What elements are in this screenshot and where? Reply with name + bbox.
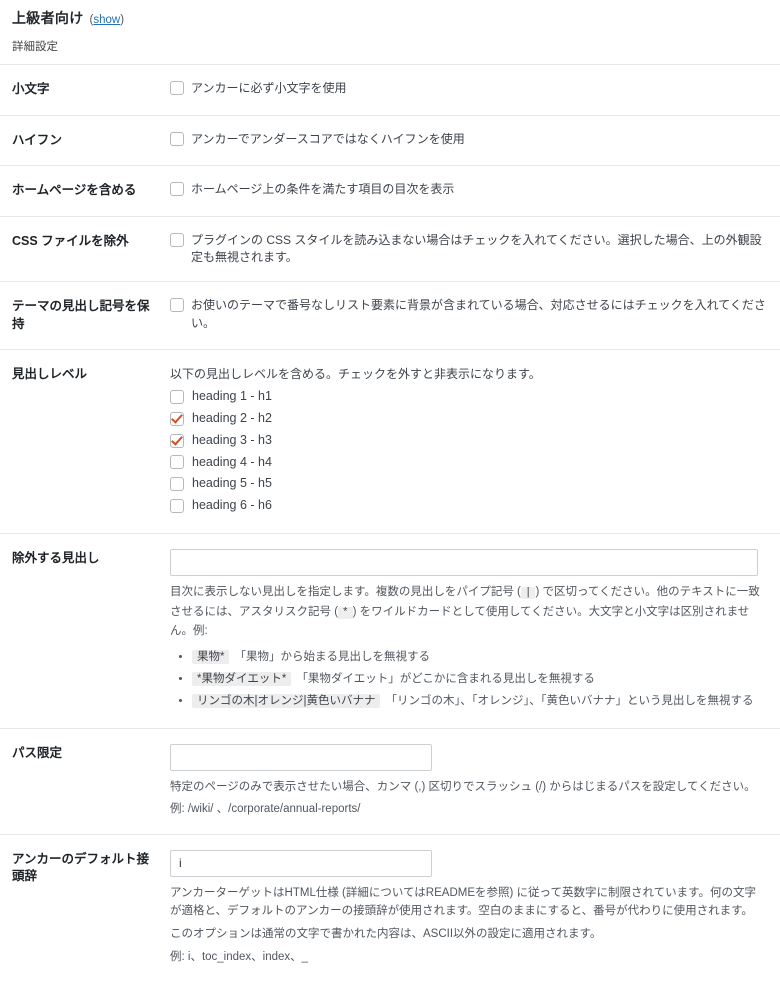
label-homepage: ホームページを含める (12, 183, 137, 197)
heading-level-label-h4: heading 4 - h4 (192, 454, 272, 469)
page-title: 上級者向け (12, 10, 84, 26)
checkbox-box-preserve-bullets[interactable] (170, 298, 184, 313)
example-text-3: 「リンゴの木」、「オレンジ」、「黄色いバナナ」という見出しを無視する (385, 694, 754, 707)
checkbox-label-exclude-css: プラグインの CSS スタイルを読み込まない場合はチェックを入れてください。選択… (191, 232, 762, 264)
list-item: 果物* 「果物」から始まる見出しを無視する (192, 647, 768, 669)
example-code-1: 果物* (192, 650, 230, 665)
anchor-prefix-description-3: 例: i、toc_index、index、_ (170, 950, 309, 963)
heading-level-item-h6[interactable]: heading 6 - h6 (170, 496, 768, 515)
path-restrict-description-2: 例: /wiki/ 、/corporate/annual-reports/ (170, 803, 361, 816)
heading-level-item-h3[interactable]: heading 3 - h3 (170, 431, 768, 450)
heading-level-item-h1[interactable]: heading 1 - h1 (170, 387, 768, 406)
checkbox-label-hyphen: アンカーでアンダースコアではなくハイフンを使用 (191, 131, 465, 146)
checkbox-box-hyphen[interactable] (170, 131, 184, 146)
label-lowercase: 小文字 (12, 82, 50, 96)
checkbox-label-preserve-bullets: お使いのテーマで番号なしリスト要素に背景が含まれている場合、対応させるにはチェッ… (191, 298, 766, 330)
show-link[interactable]: show (93, 14, 120, 26)
heading-level-label-h3: heading 3 - h3 (192, 432, 272, 447)
paren-close: ) (120, 14, 125, 26)
heading-level-label-h1: heading 1 - h1 (192, 389, 272, 404)
advanced-settings-page: 上級者向け (show) 詳細設定 小文字 アンカーに必ず小文字を使用 ハイフン … (0, 0, 780, 981)
row-exclude-headings: 除外する見出し 目次に表示しない見出しを指定します。複数の見出しをパイプ記号 (… (0, 533, 780, 728)
example-text-1: 「果物」から始まる見出しを無視する (234, 651, 430, 664)
code-asterisk: * (338, 606, 353, 619)
checkbox-box-h6[interactable] (170, 498, 184, 513)
anchor-prefix-description-2: このオプションは通常の文字で書かれた内容は、ASCII以外の設定に適用されます。 (170, 928, 602, 941)
settings-form-table: 小文字 アンカーに必ず小文字を使用 ハイフン アンカーでアンダースコアではなくハ… (0, 64, 780, 981)
row-exclude-css: CSS ファイルを除外 プラグインの CSS スタイルを読み込まない場合はチェッ… (0, 216, 780, 282)
heading-levels-list: heading 1 - h1 heading 2 - h2 heading 3 … (170, 387, 768, 515)
example-code-2: *果物ダイエット* (192, 671, 292, 686)
label-exclude-headings: 除外する見出し (12, 550, 100, 565)
heading-level-label-h6: heading 6 - h6 (192, 498, 272, 513)
exclude-headings-description: 目次に表示しない見出しを指定します。複数の見出しをパイプ記号 (|) で区切って… (170, 583, 760, 641)
checkbox-box-h3[interactable] (170, 433, 184, 448)
checkbox-box-h4[interactable] (170, 455, 184, 470)
label-hyphen: ハイフン (12, 132, 63, 147)
label-heading-levels: 見出しレベル (12, 367, 88, 382)
section-subtitle: 詳細設定 (12, 41, 58, 53)
row-hyphen: ハイフン アンカーでアンダースコアではなくハイフンを使用 (0, 115, 780, 166)
heading-level-item-h4[interactable]: heading 4 - h4 (170, 453, 768, 472)
checkbox-box-h1[interactable] (170, 390, 184, 405)
row-anchor-prefix: アンカーのデフォルト接頭辞 アンカーターゲットはHTML仕様 (詳細についてはR… (0, 834, 780, 981)
checkbox-box-exclude-css[interactable] (170, 232, 184, 247)
label-anchor-prefix: アンカーのデフォルト接頭辞 (12, 851, 150, 884)
heading-levels-lead: 以下の見出しレベルを含める。チェックを外すと非表示になります。 (170, 367, 541, 382)
row-lowercase: 小文字 アンカーに必ず小文字を使用 (0, 64, 780, 116)
path-restrict-description-1: 特定のページのみで表示させたい場合、カンマ (,) 区切りでスラッシュ (/) … (170, 780, 756, 793)
show-toggle[interactable]: (show) (90, 14, 125, 26)
checkbox-box-homepage[interactable] (170, 182, 184, 196)
list-item: *果物ダイエット* 「果物ダイエット」がどこかに含まれる見出しを無視する (192, 669, 768, 691)
exclude-headings-input[interactable] (170, 548, 758, 576)
exclude-examples-list: 果物* 「果物」から始まる見出しを無視する *果物ダイエット* 「果物ダイエット」が… (170, 647, 768, 713)
heading-level-item-h5[interactable]: heading 5 - h5 (170, 474, 768, 493)
checkbox-exclude-css[interactable]: プラグインの CSS スタイルを読み込まない場合はチェックを入れてください。選択… (170, 232, 768, 267)
checkbox-box-lowercase[interactable] (170, 81, 184, 95)
heading-level-label-h2: heading 2 - h2 (192, 411, 272, 426)
row-homepage: ホームページを含める ホームページ上の条件を満たす項目の目次を表示 (0, 165, 780, 217)
checkbox-label-homepage: ホームページ上の条件を満たす項目の目次を表示 (191, 182, 455, 196)
heading-level-item-h2[interactable]: heading 2 - h2 (170, 409, 768, 428)
label-path-restrict: パス限定 (12, 745, 63, 760)
checkbox-lowercase[interactable]: アンカーに必ず小文字を使用 (170, 80, 768, 97)
row-preserve-bullets: テーマの見出し記号を保持 お使いのテーマで番号なしリスト要素に背景が含まれている… (0, 281, 780, 350)
anchor-prefix-input[interactable] (170, 849, 432, 877)
checkbox-hyphen[interactable]: アンカーでアンダースコアではなくハイフンを使用 (170, 131, 768, 148)
checkbox-box-h2[interactable] (170, 411, 184, 426)
anchor-prefix-description-1: アンカーターゲットはHTML仕様 (詳細についてはREADMEを参照) に従って… (170, 886, 756, 918)
path-restrict-input[interactable] (170, 743, 432, 771)
label-exclude-css: CSS ファイルを除外 (12, 233, 129, 248)
checkbox-homepage[interactable]: ホームページ上の条件を満たす項目の目次を表示 (170, 181, 768, 198)
checkbox-preserve-bullets[interactable]: お使いのテーマで番号なしリスト要素に背景が含まれている場合、対応させるにはチェッ… (170, 297, 768, 332)
label-preserve-bullets: テーマの見出し記号を保持 (12, 299, 150, 331)
exclude-desc-part1: 目次に表示しない見出しを指定します。複数の見出しをパイプ記号 ( (170, 585, 521, 598)
heading-level-label-h5: heading 5 - h5 (192, 476, 272, 491)
checkbox-box-h5[interactable] (170, 477, 184, 492)
section-header: 上級者向け (show) (0, 0, 780, 28)
code-pipe: | (520, 586, 536, 599)
example-text-2: 「果物ダイエット」がどこかに含まれる見出しを無視する (296, 672, 595, 685)
row-path-restrict: パス限定 特定のページのみで表示させたい場合、カンマ (,) 区切りでスラッシュ… (0, 728, 780, 834)
list-item: リンゴの木|オレンジ|黄色いバナナ「リンゴの木」、「オレンジ」、「黄色いバナナ」… (192, 691, 768, 713)
checkbox-label-lowercase: アンカーに必ず小文字を使用 (191, 81, 347, 95)
row-heading-levels: 見出しレベル 以下の見出しレベルを含める。チェックを外すと非表示になります。 h… (0, 349, 780, 534)
